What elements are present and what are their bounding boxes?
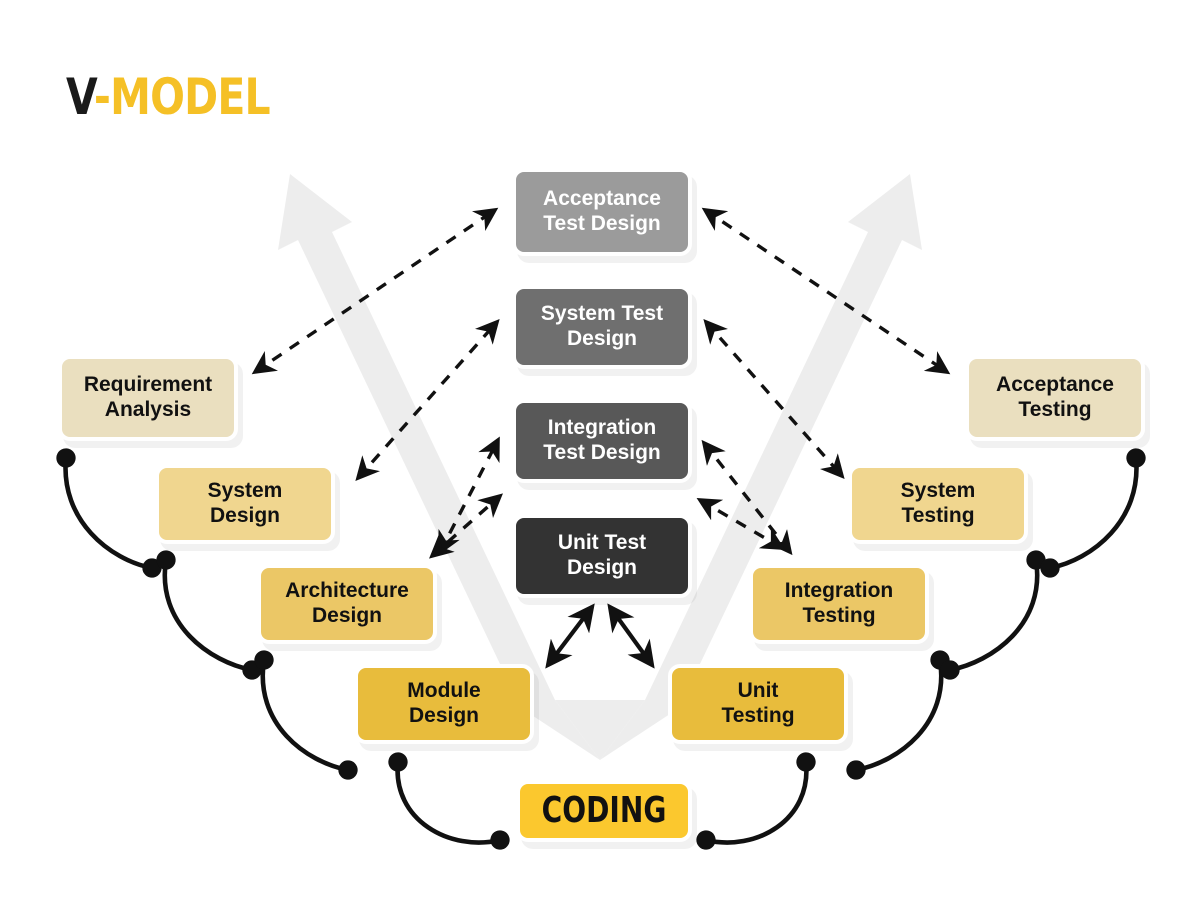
node-label-line1: Integration bbox=[547, 416, 657, 440]
node-label-line2: Testing bbox=[1018, 398, 1092, 421]
node-label-line1: System bbox=[900, 479, 976, 503]
node-module-design[interactable]: Module Design bbox=[354, 664, 534, 744]
node-label-line1: Requirement bbox=[83, 373, 213, 397]
node-label-line2: Test Design bbox=[543, 441, 661, 464]
node-unit-test-design[interactable]: Unit Test Design bbox=[512, 514, 692, 598]
dashed-link-system-design-to-system-test-design bbox=[355, 319, 500, 481]
curve-system-design-to-architecture-design bbox=[156, 550, 262, 680]
node-label-line1: System Test bbox=[540, 302, 664, 326]
node-architecture-design[interactable]: Architecture Design bbox=[257, 564, 437, 644]
node-requirement-analysis[interactable]: Requirement Analysis bbox=[58, 355, 238, 441]
node-acceptance-test-design[interactable]: Acceptance Test Design bbox=[512, 168, 692, 256]
node-label-line2: Test Design bbox=[543, 212, 661, 235]
node-label-line1: Integration bbox=[784, 579, 894, 603]
dashed-link-requirement-to-acceptance-test-design bbox=[251, 207, 499, 375]
node-label-coding: CODING bbox=[541, 789, 667, 831]
node-label-line2: Analysis bbox=[104, 398, 192, 421]
curve-system-testing-to-acceptance-testing bbox=[1040, 448, 1146, 578]
solid-arrow-group bbox=[545, 603, 655, 669]
node-system-testing[interactable]: System Testing bbox=[848, 464, 1028, 544]
node-label-line1: Acceptance bbox=[996, 373, 1114, 397]
v-model-diagram-canvas: V-MODEL Requirement Analysis System Desi… bbox=[0, 0, 1200, 917]
node-label-line2: Testing bbox=[901, 504, 975, 527]
dashed-link-line-unit bbox=[696, 497, 786, 551]
node-label-line2: Design bbox=[408, 704, 479, 727]
node-acceptance-testing[interactable]: Acceptance Testing bbox=[965, 355, 1145, 441]
node-label-line2: Design bbox=[566, 327, 637, 350]
node-label-line1: Acceptance bbox=[543, 187, 661, 211]
solid-arrow-module-design-to-unit-test-design bbox=[545, 603, 595, 669]
curve-architecture-to-module-design bbox=[254, 650, 358, 780]
node-system-test-design[interactable]: System Test Design bbox=[512, 285, 692, 369]
solid-arrow-unit-testing-to-unit-test-design bbox=[607, 603, 655, 669]
node-coding[interactable]: CODING bbox=[516, 780, 692, 842]
node-label-line1: Architecture bbox=[285, 579, 409, 603]
curve-module-design-to-coding bbox=[388, 752, 510, 850]
node-label-line1: Unit bbox=[737, 679, 779, 703]
node-unit-testing[interactable]: Unit Testing bbox=[668, 664, 848, 744]
node-integration-testing[interactable]: Integration Testing bbox=[749, 564, 929, 644]
node-label-line2: Design bbox=[311, 604, 382, 627]
node-label-line2: Design bbox=[209, 504, 280, 527]
node-label-line2: Testing bbox=[721, 704, 795, 727]
dashed-link-acceptance-test-design-to-acceptance-testing bbox=[701, 207, 951, 375]
node-label-line2: Testing bbox=[802, 604, 876, 627]
node-integration-test-design[interactable]: Integration Test Design bbox=[512, 399, 692, 483]
node-label-line1: Unit Test bbox=[557, 531, 647, 555]
node-label-line2: Design bbox=[566, 556, 637, 579]
dashed-link-system-test-design-to-system-testing bbox=[703, 319, 845, 479]
node-label-line1: System bbox=[207, 479, 283, 503]
node-label-line1: Module bbox=[407, 679, 481, 703]
curve-coding-to-unit-testing bbox=[696, 752, 816, 850]
dashed-link-integration-test-design-to-integration-testing bbox=[701, 439, 793, 556]
curve-unit-testing-to-integration-testing bbox=[846, 650, 950, 780]
curve-requirement-to-system-design bbox=[56, 448, 162, 578]
dashed-link-unit-test-design-to-unit-testing bbox=[696, 497, 786, 551]
node-system-design[interactable]: System Design bbox=[155, 464, 335, 544]
curve-integration-testing-to-system-testing bbox=[940, 550, 1046, 680]
